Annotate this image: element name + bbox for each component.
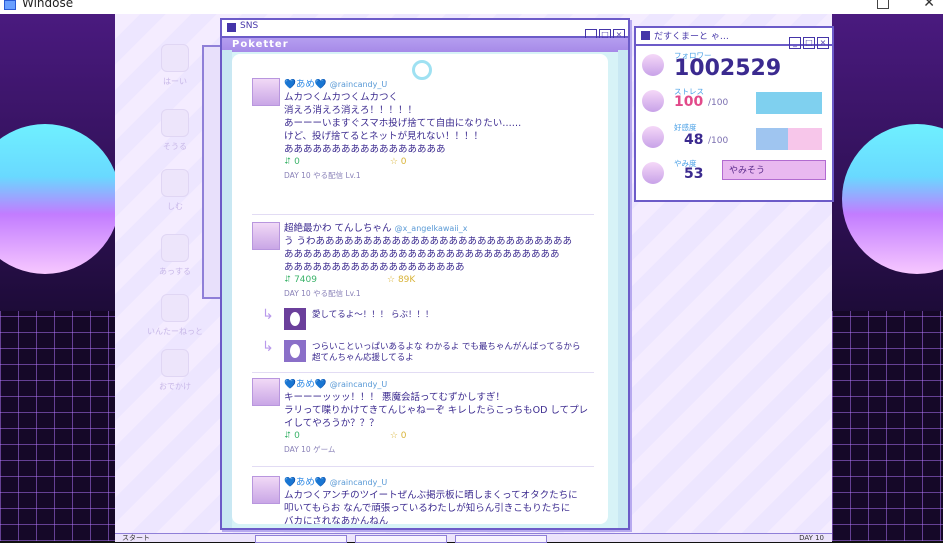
retweet-icon[interactable]: ⮃: [284, 275, 291, 285]
post-line: 消えろ消えろ消えろ！！！！！: [284, 105, 418, 116]
status-window: だすくまーと ゃ… _ □ × フォロワー 1002529 ストレス 100 /10…: [634, 26, 834, 202]
taskbar-item[interactable]: [255, 535, 347, 543]
stress-value: 100: [674, 94, 704, 110]
background-left: [0, 14, 115, 541]
start-button[interactable]: スタート: [120, 535, 180, 542]
post-author[interactable]: 💙あめ💙: [284, 379, 327, 390]
post-handle[interactable]: @raincandy_U: [330, 478, 388, 487]
post-line: 叩いてもらお なんで頑張っているわたしが知らん引きこもりたちに: [284, 503, 571, 514]
avatar[interactable]: [284, 340, 306, 362]
avatar[interactable]: [252, 378, 280, 406]
desktop-icon-1[interactable]: そうる: [145, 109, 205, 152]
minimize-button[interactable]: _: [789, 37, 801, 49]
post-line: う うわあああああああああああああああああああああああああああ: [284, 236, 573, 247]
affection-max: /100: [708, 136, 729, 146]
status-window-titlebar[interactable]: だすくまーと ゃ… _ □ ×: [636, 28, 832, 49]
maximize-button[interactable]: [877, 0, 889, 9]
maximize-button[interactable]: □: [803, 37, 815, 49]
post-meta: DAY 10 やる配信 Lv.1: [284, 171, 361, 180]
post-handle[interactable]: @raincandy_U: [330, 80, 388, 89]
desktop-icon-4[interactable]: いんたーねっと: [145, 294, 205, 337]
os-window-title: Windose: [22, 0, 74, 10]
desktop-icon-5[interactable]: おでかけ: [145, 349, 205, 392]
taskbar-item[interactable]: [455, 535, 547, 543]
background-right: [832, 14, 943, 541]
avatar[interactable]: [284, 308, 306, 330]
followers-count: 1002529: [674, 56, 782, 81]
post-meta: DAY 10 やる配信 Lv.1: [284, 289, 361, 298]
close-button[interactable]: ×: [817, 37, 829, 49]
post-meta: DAY 10 ゲーム: [284, 445, 336, 454]
like-count: 0: [400, 157, 407, 167]
app-name: Poketter: [232, 39, 289, 50]
reply-text: 愛してるよ〜！！！ らぶ！！！: [312, 310, 434, 320]
like-icon[interactable]: ☆: [387, 275, 395, 285]
post-line: あーーーいますぐスマホ投げ捨てて自由になりたい……: [284, 118, 522, 129]
reply-arrow-icon: ↳: [262, 307, 274, 323]
sns-window-titlebar[interactable]: SNS _ □ ×: [222, 20, 628, 41]
timeline[interactable]: 💙あめ💙 @raincandy_U ムカつくムカつくムカつく 消えろ消えろ消えろ…: [232, 54, 608, 524]
avatar[interactable]: [252, 476, 280, 504]
post-handle[interactable]: @raincandy_U: [330, 380, 388, 389]
retweet-icon[interactable]: ⮃: [284, 431, 291, 441]
post-handle[interactable]: @x_angelkawaii_x: [395, 224, 468, 233]
desktop-icon-0[interactable]: はーい: [145, 44, 205, 87]
post-author[interactable]: 💙あめ💙: [284, 477, 327, 488]
avatar[interactable]: [252, 78, 280, 106]
loading-spinner-icon: [412, 60, 432, 80]
post-line: キーーーッッッ！！！ 悪魔会話ってむずかしすぎ！: [284, 392, 505, 403]
desktop-icon-3[interactable]: あっする: [145, 234, 205, 277]
taskbar-item[interactable]: [355, 535, 447, 543]
followers-row: フォロワー 1002529: [636, 50, 832, 82]
post-author[interactable]: 超絶最かわ てんしちゃん: [284, 223, 392, 234]
reply-text: つらいこといっぱいあるよな わかるよ でも最ちゃんがんばってるから超てんちゃん応…: [312, 342, 581, 363]
post-line: ムカつくアンチのツイートぜんぶ掲示板に晒しまくってオタクたちに: [284, 490, 578, 501]
avatar[interactable]: [252, 222, 280, 250]
sns-window-title: SNS: [240, 21, 259, 31]
post-line: バカにされなあかんねん: [284, 516, 389, 524]
reply-arrow-icon: ↳: [262, 339, 274, 355]
like-count: 0: [400, 431, 407, 441]
sns-window: SNS _ □ × Poketter 💙あめ💙 @raincandy_U ムカつくム…: [220, 18, 630, 530]
stress-row: ストレス 100 /100: [636, 86, 832, 118]
retweet-count: 0: [294, 157, 300, 167]
followers-icon: [642, 54, 664, 76]
post-line: あああああああああああああああああああああああああああああ: [284, 249, 560, 260]
post-author[interactable]: 💙あめ💙: [284, 79, 327, 90]
os-titlebar: Windose ✕: [0, 0, 943, 14]
retweet-icon[interactable]: ⮃: [284, 157, 291, 167]
stress-bar: [756, 92, 822, 114]
post-line: イしてやろうか？？？: [284, 418, 379, 429]
yami-status-button[interactable]: やみそう: [722, 160, 826, 180]
like-icon[interactable]: ☆: [390, 157, 398, 167]
post-line: あああああああああああああああああああ: [284, 262, 465, 273]
stress-max: /100: [708, 98, 729, 108]
yami-value: 53: [684, 166, 704, 182]
status-window-title: だすくまーと ゃ…: [654, 32, 729, 42]
yami-icon: [642, 162, 664, 184]
yami-row: やみ度 53 やみそう: [636, 158, 832, 190]
post-line: ムカつくムカつくムカつく: [284, 92, 399, 103]
desktop-icon-2[interactable]: しむ: [145, 169, 205, 212]
affection-icon: [642, 126, 664, 148]
post-line: あああああああああああああああああ: [284, 144, 446, 155]
post-line: ラリって喋りかけてきてんじゃねーぞ キレしたらこっちもOD してプレ: [284, 405, 589, 416]
app-icon: [4, 0, 16, 10]
window-icon: [227, 23, 236, 32]
retweet-count: 7409: [294, 275, 317, 285]
post-line: けど、投げ捨てるとネットが見れない！！！！: [284, 131, 484, 142]
retweet-count: 0: [294, 431, 300, 441]
affection-value: 48: [684, 132, 704, 148]
like-icon[interactable]: ☆: [390, 431, 398, 441]
stress-icon: [642, 90, 664, 112]
affection-row: 好感度 48 /100: [636, 122, 832, 154]
like-count: 89K: [397, 275, 416, 285]
app-header: Poketter: [222, 38, 628, 52]
affection-bar: [756, 128, 822, 150]
close-icon[interactable]: ✕: [923, 0, 935, 11]
